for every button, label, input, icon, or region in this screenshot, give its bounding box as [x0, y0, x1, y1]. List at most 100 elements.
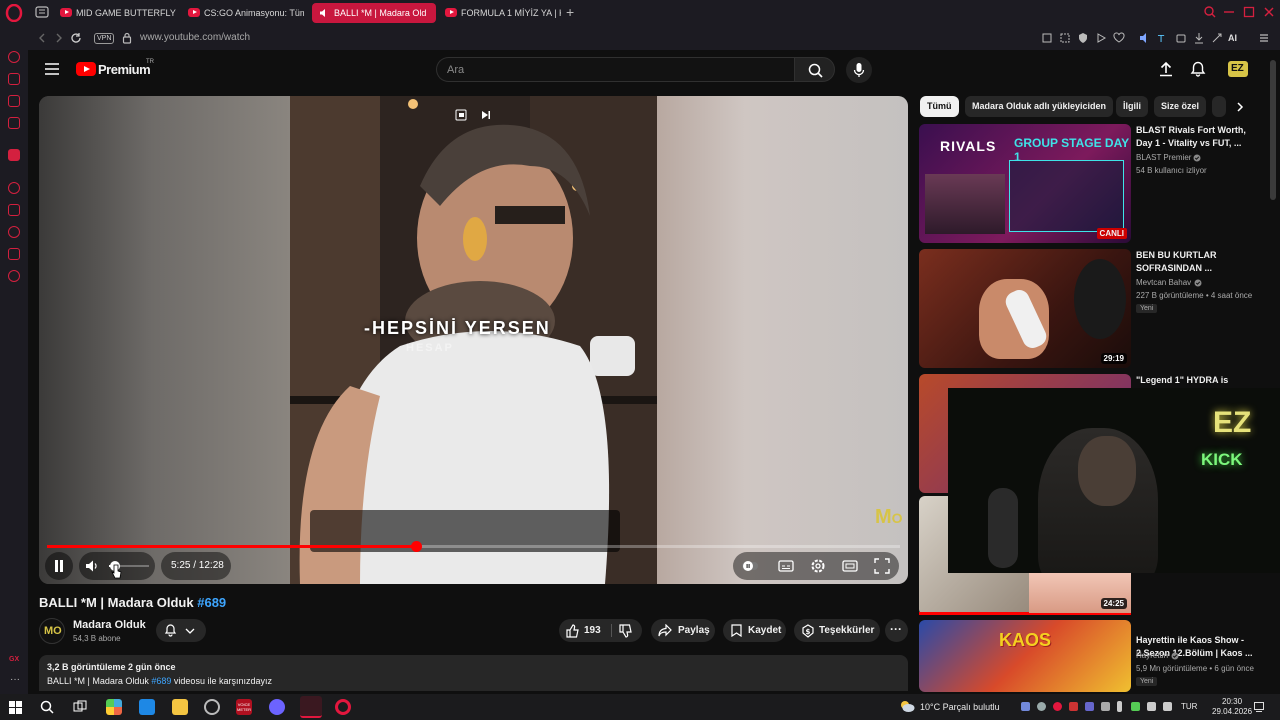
back-icon[interactable] — [36, 32, 48, 44]
recommendation-channel[interactable]: BLAST Premier — [1136, 153, 1191, 162]
more-icon[interactable]: ··· — [10, 674, 20, 685]
twitch-icon[interactable] — [8, 149, 20, 161]
search-button[interactable] — [794, 57, 835, 82]
share-button[interactable]: Paylaş — [651, 619, 715, 642]
mail-icon[interactable] — [8, 117, 20, 129]
progress-bar[interactable] — [47, 541, 900, 552]
play-outline-icon[interactable] — [1095, 32, 1107, 44]
settings-icon[interactable] — [8, 270, 20, 282]
task-view-icon[interactable] — [73, 700, 87, 714]
taskbar-clock[interactable]: 20:30 29.04.2026 — [1212, 697, 1252, 717]
thanks-button[interactable]: $ Teşekkürler — [794, 619, 880, 642]
menu-icon[interactable] — [1258, 32, 1270, 44]
youtube-logo-icon[interactable] — [76, 62, 96, 76]
save-button[interactable]: Kaydet — [723, 619, 786, 642]
discord-icon[interactable] — [269, 699, 285, 715]
workspaces-icon[interactable] — [35, 6, 49, 18]
volume-icon[interactable] — [85, 559, 99, 573]
channel-name[interactable]: Madara Olduk — [73, 619, 146, 631]
recommendation-title[interactable]: BLAST Rivals Fort Worth, Day 1 - Vitalit… — [1136, 124, 1260, 150]
taskbar-search-icon[interactable] — [40, 700, 54, 714]
opera-logo-icon[interactable] — [5, 4, 23, 22]
tray-app-icon[interactable] — [1069, 702, 1078, 711]
vpn-badge[interactable]: VPN — [94, 33, 115, 44]
translate-icon[interactable]: T — [1157, 32, 1169, 44]
video-player[interactable]: -HEPSİNİ YERSEN HESAP MO 5:25 / 12:28 — [39, 96, 908, 584]
description-hashtag[interactable]: #689 — [151, 676, 171, 686]
easy-setup-icon[interactable] — [1211, 32, 1223, 44]
recommendation-channel[interactable]: Mevtcan Bahav — [1136, 278, 1191, 287]
chip-partial[interactable] — [1212, 96, 1226, 117]
voice-search-button[interactable] — [846, 57, 872, 83]
opera-gx-active-icon[interactable] — [300, 696, 322, 718]
hamburger-menu-icon[interactable] — [44, 62, 60, 76]
file-explorer-icon[interactable] — [172, 699, 188, 715]
search-tabs-icon[interactable] — [1203, 5, 1217, 19]
copilot-icon[interactable] — [106, 699, 122, 715]
settings-gear-icon[interactable] — [809, 557, 827, 575]
channel-avatar[interactable]: MO — [39, 618, 65, 644]
notifications-bell-icon[interactable] — [1190, 61, 1206, 77]
recommendation-title[interactable]: BEN BU KURTLAR SOFRASINDAN ... — [1136, 249, 1260, 275]
notification-center-icon[interactable] — [1253, 701, 1265, 713]
gx-icon[interactable]: GX — [9, 656, 19, 663]
upload-icon[interactable] — [1158, 61, 1174, 77]
chip-from-uploader[interactable]: Madara Olduk adlı yükleyiciden — [965, 96, 1114, 117]
tray-volume-icon[interactable] — [1163, 702, 1172, 711]
messenger-icon[interactable] — [8, 95, 20, 107]
recommendation-thumbnail[interactable]: 29:19 — [919, 249, 1131, 368]
clock-app-icon[interactable] — [204, 699, 220, 715]
chevron-right-icon[interactable] — [1234, 101, 1246, 113]
youtube-logo-text[interactable]: Premium — [98, 62, 151, 77]
history-icon[interactable] — [8, 226, 20, 238]
download-icon[interactable] — [1193, 32, 1205, 44]
bookmarks-icon[interactable] — [8, 204, 20, 216]
search-input[interactable] — [447, 62, 777, 78]
subscription-bell-button[interactable] — [156, 619, 206, 642]
next-icon[interactable] — [480, 109, 492, 121]
recommendation-channel[interactable]: Hayrettin — [1136, 651, 1168, 660]
miniplayer-icon[interactable] — [455, 109, 467, 121]
lock-icon[interactable] — [122, 32, 132, 44]
flow-icon[interactable] — [8, 73, 20, 85]
voicemeeter-icon[interactable]: VOICE METER — [236, 699, 252, 715]
page-scrollbar[interactable] — [1270, 60, 1276, 690]
scrollbar-thumb[interactable] — [1270, 60, 1276, 200]
windows-start-icon[interactable] — [9, 701, 22, 714]
opera-icon[interactable] — [335, 699, 351, 715]
speaker-icon[interactable] — [319, 8, 329, 18]
mail-app-icon[interactable] — [139, 699, 155, 715]
tab-csgo[interactable]: CS:GO Animasyonu: Tüm — [182, 3, 304, 23]
video-hashtag[interactable]: #689 — [197, 595, 226, 610]
reload-icon[interactable] — [70, 32, 82, 44]
tray-discord-icon[interactable] — [1021, 702, 1030, 711]
tray-app-icon[interactable] — [1101, 702, 1110, 711]
shield-icon[interactable] — [1077, 32, 1089, 44]
minimize-icon[interactable] — [1222, 5, 1236, 19]
url-field[interactable]: www.youtube.com/watch — [140, 32, 250, 43]
chip-all[interactable]: Tümü — [920, 96, 959, 117]
theater-mode-icon[interactable] — [841, 557, 859, 575]
subtitles-icon[interactable] — [777, 557, 795, 575]
fullscreen-icon[interactable] — [873, 557, 891, 575]
like-icon[interactable] — [566, 624, 580, 638]
tab-formula[interactable]: FORMULA 1 MİYİZ YA | Kar — [439, 3, 561, 23]
chip-related[interactable]: İlgili — [1116, 96, 1148, 117]
tray-mic-icon[interactable] — [1117, 701, 1122, 712]
tab-balli-active[interactable]: BALLI *M | Madara Old — [312, 3, 436, 23]
input-language[interactable]: TUR — [1181, 702, 1197, 711]
downloads-icon[interactable] — [8, 248, 20, 260]
aria-icon[interactable] — [8, 51, 20, 63]
snapshot-icon[interactable] — [1041, 32, 1053, 44]
recommendation-title[interactable]: "Legend 1" HYDRA is — [1136, 374, 1260, 387]
tray-steam-icon[interactable] — [1037, 702, 1046, 711]
sound-extension-icon[interactable] — [1139, 32, 1151, 44]
autoplay-toggle-icon[interactable] — [741, 557, 759, 575]
tray-opera-icon[interactable] — [1053, 702, 1062, 711]
dislike-icon[interactable] — [619, 624, 633, 638]
recommendation-thumbnail[interactable]: KAOS — [919, 620, 1131, 692]
new-tab-button[interactable]: + — [566, 4, 574, 20]
close-icon[interactable] — [1262, 5, 1276, 19]
tab-mid-game[interactable]: MID GAME BUTTERFLY EK — [54, 3, 176, 23]
player-icon[interactable] — [8, 182, 20, 194]
